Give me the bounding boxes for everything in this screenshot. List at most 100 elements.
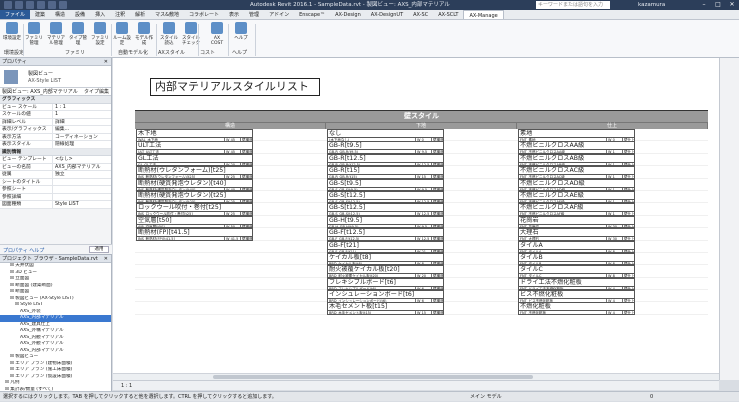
style-name[interactable]: ビス不燃化粧板 bbox=[518, 290, 635, 299]
style-name[interactable]: フレキシブルボード[t6] bbox=[327, 277, 444, 286]
style-name[interactable]: 耐火被覆ケイカル板[t20] bbox=[327, 265, 444, 274]
ribbon-button-6[interactable]: モデル作成 bbox=[135, 22, 153, 46]
ribbon-button-5[interactable]: ルーム設定 bbox=[113, 22, 131, 46]
style-name[interactable]: タイルC bbox=[518, 265, 635, 274]
style-name[interactable]: 不燃ビニルクロスAD級 bbox=[518, 178, 635, 187]
tab-1[interactable]: 建築 bbox=[30, 10, 50, 19]
style-name[interactable]: 不燃化粧板 bbox=[518, 302, 635, 311]
style-name[interactable]: なし bbox=[327, 129, 444, 137]
property-value[interactable]: 詳細 bbox=[52, 118, 111, 125]
print-icon[interactable] bbox=[59, 1, 67, 9]
ribbon-button-9[interactable]: AX COST bbox=[208, 22, 226, 46]
edit-type-button[interactable]: タイプ編集 bbox=[84, 88, 109, 96]
instance-selector[interactable]: 製図ビュー: AXS_内部マテリアル タイプ編集 bbox=[0, 88, 111, 96]
style-name[interactable]: タイルA bbox=[518, 240, 635, 249]
property-value[interactable]: 1 : 1 bbox=[52, 103, 111, 110]
undo-icon[interactable] bbox=[37, 1, 45, 9]
style-name[interactable]: GB-R[t15] bbox=[327, 166, 444, 175]
tab-12[interactable]: Enscape™ bbox=[294, 10, 330, 19]
style-name[interactable]: GB-S[t12.5] bbox=[327, 203, 444, 212]
tab-0[interactable]: ファイル bbox=[0, 10, 31, 19]
tab-3[interactable]: 設備 bbox=[70, 10, 90, 19]
ribbon-button-7[interactable]: スタイル読込 bbox=[160, 22, 178, 46]
tab-13[interactable]: AX-Design bbox=[330, 10, 366, 19]
property-value[interactable] bbox=[52, 186, 111, 193]
style-name[interactable]: 断熱材(硬質発泡ウレタン)[t25] bbox=[136, 190, 253, 199]
style-name[interactable]: 不燃ビニルクロスAC級 bbox=[518, 166, 635, 175]
property-value[interactable]: 1 bbox=[52, 111, 111, 118]
property-value[interactable] bbox=[52, 178, 111, 185]
properties-help-link[interactable]: プロパティ ヘルプ bbox=[3, 247, 44, 254]
tab-5[interactable]: 注釈 bbox=[110, 10, 130, 19]
tab-6[interactable]: 解析 bbox=[130, 10, 150, 19]
tab-4[interactable]: 挿入 bbox=[90, 10, 110, 19]
tab-7[interactable]: マス&敷地 bbox=[150, 10, 184, 19]
style-name[interactable]: GB-F[t12.5] bbox=[327, 228, 444, 237]
tab-17[interactable]: AX-Manage bbox=[463, 10, 504, 19]
tab-15[interactable]: AX-SC bbox=[408, 10, 433, 19]
tab-2[interactable]: 構造 bbox=[50, 10, 70, 19]
style-name[interactable]: 大理石 bbox=[518, 228, 635, 237]
property-value[interactable]: コーディネーション bbox=[52, 133, 111, 140]
style-name[interactable]: 断熱材(FP)[t41.5] bbox=[136, 228, 253, 237]
style-name[interactable]: 素地 bbox=[518, 129, 635, 137]
property-value[interactable]: AXS_内部マテリアル bbox=[52, 163, 111, 170]
property-value[interactable]: 編集... bbox=[52, 126, 111, 133]
search-input[interactable]: キーワードまたは語句を入力 bbox=[536, 1, 610, 9]
ribbon-button-0[interactable]: 環境設定 bbox=[3, 22, 21, 41]
close-icon[interactable]: ✕ bbox=[104, 58, 108, 66]
tab-8[interactable]: コラボレート bbox=[184, 10, 224, 19]
style-name[interactable]: 空気層[t50] bbox=[136, 215, 253, 224]
style-name[interactable]: ロックウール吹付・巻付[t25] bbox=[136, 203, 253, 212]
tab-16[interactable]: AX-SCLT bbox=[433, 10, 463, 19]
property-value[interactable] bbox=[52, 193, 111, 200]
tab-9[interactable]: 表示 bbox=[224, 10, 244, 19]
view-scale[interactable]: 1 : 1 bbox=[113, 383, 132, 389]
apply-button[interactable]: 適用 bbox=[89, 246, 109, 253]
style-name[interactable]: GB-S[t9.5] bbox=[327, 178, 444, 187]
style-name[interactable]: 断熱材(ウレタンフォーム)[t25] bbox=[136, 166, 253, 175]
ribbon-button-3[interactable]: タイプ管理 bbox=[69, 22, 87, 46]
style-name[interactable]: ドライ工法不燃化粧板 bbox=[518, 277, 635, 286]
style-name[interactable]: GB-R[t12.5] bbox=[327, 153, 444, 162]
style-name[interactable]: 木下地 bbox=[136, 129, 253, 137]
drawing-canvas[interactable]: 内部マテリアルスタイルリスト 壁スタイル 構造 下地 仕上 木下地 WAL_木下地 W … bbox=[113, 58, 739, 380]
style-name[interactable]: 断熱材(硬質発泡ウレタン)[t40] bbox=[136, 178, 253, 187]
open-icon[interactable] bbox=[15, 1, 23, 9]
scroll-thumb[interactable] bbox=[213, 375, 533, 379]
style-name[interactable]: GB-S[t12.5] bbox=[327, 190, 444, 199]
style-name[interactable]: ケイカル板[t8] bbox=[327, 252, 444, 261]
style-name[interactable]: GL工法 bbox=[136, 153, 253, 162]
close-icon[interactable]: ✕ bbox=[728, 1, 736, 9]
style-name[interactable]: 不燃ビニルクロスAB級 bbox=[518, 153, 635, 162]
style-name[interactable]: GB-F[t21] bbox=[327, 240, 444, 249]
maximize-icon[interactable]: □ bbox=[714, 1, 722, 9]
type-selector[interactable]: 製図ビュー AX-Style LIST bbox=[0, 66, 111, 88]
tab-14[interactable]: AX-DesignUT bbox=[366, 10, 408, 19]
user-name[interactable]: kazamura bbox=[638, 0, 665, 10]
property-value[interactable]: Style LIST bbox=[52, 201, 111, 208]
ribbon-button-1[interactable]: ファミリ管理 bbox=[25, 22, 43, 46]
close-icon[interactable]: ✕ bbox=[104, 255, 108, 263]
minimize-icon[interactable]: – bbox=[700, 1, 708, 9]
style-name[interactable]: 花崗岩 bbox=[518, 215, 635, 224]
style-name[interactable]: 不燃ビニルクロスAF級 bbox=[518, 203, 635, 212]
redo-icon[interactable] bbox=[48, 1, 56, 9]
horizontal-scrollbar[interactable] bbox=[113, 373, 719, 380]
style-name[interactable]: インシュレーションボード[t6] bbox=[327, 290, 444, 299]
style-name[interactable]: GB-H[t9.5] bbox=[327, 215, 444, 224]
ribbon-button-2[interactable]: マテリアル管理 bbox=[47, 22, 65, 46]
style-name[interactable]: 不燃ビニルクロスAA級 bbox=[518, 141, 635, 150]
style-name[interactable]: ULT工法 bbox=[136, 141, 253, 150]
save-icon[interactable] bbox=[26, 1, 34, 9]
style-name[interactable]: タイルB bbox=[518, 252, 635, 261]
app-menu-icon[interactable] bbox=[4, 1, 12, 9]
tab-11[interactable]: アドイン bbox=[264, 10, 294, 19]
tab-10[interactable]: 管理 bbox=[244, 10, 264, 19]
style-name[interactable]: 木毛セメント板[t15] bbox=[327, 302, 444, 311]
property-value[interactable]: 隠線処理 bbox=[52, 141, 111, 148]
ribbon-button-4[interactable]: ファミリ設定 bbox=[91, 22, 109, 46]
ribbon-button-10[interactable]: ヘルプ bbox=[232, 22, 250, 41]
style-name[interactable]: GB-R[t9.5] bbox=[327, 141, 444, 150]
style-name[interactable]: 不燃ビニルクロスAE級 bbox=[518, 190, 635, 199]
